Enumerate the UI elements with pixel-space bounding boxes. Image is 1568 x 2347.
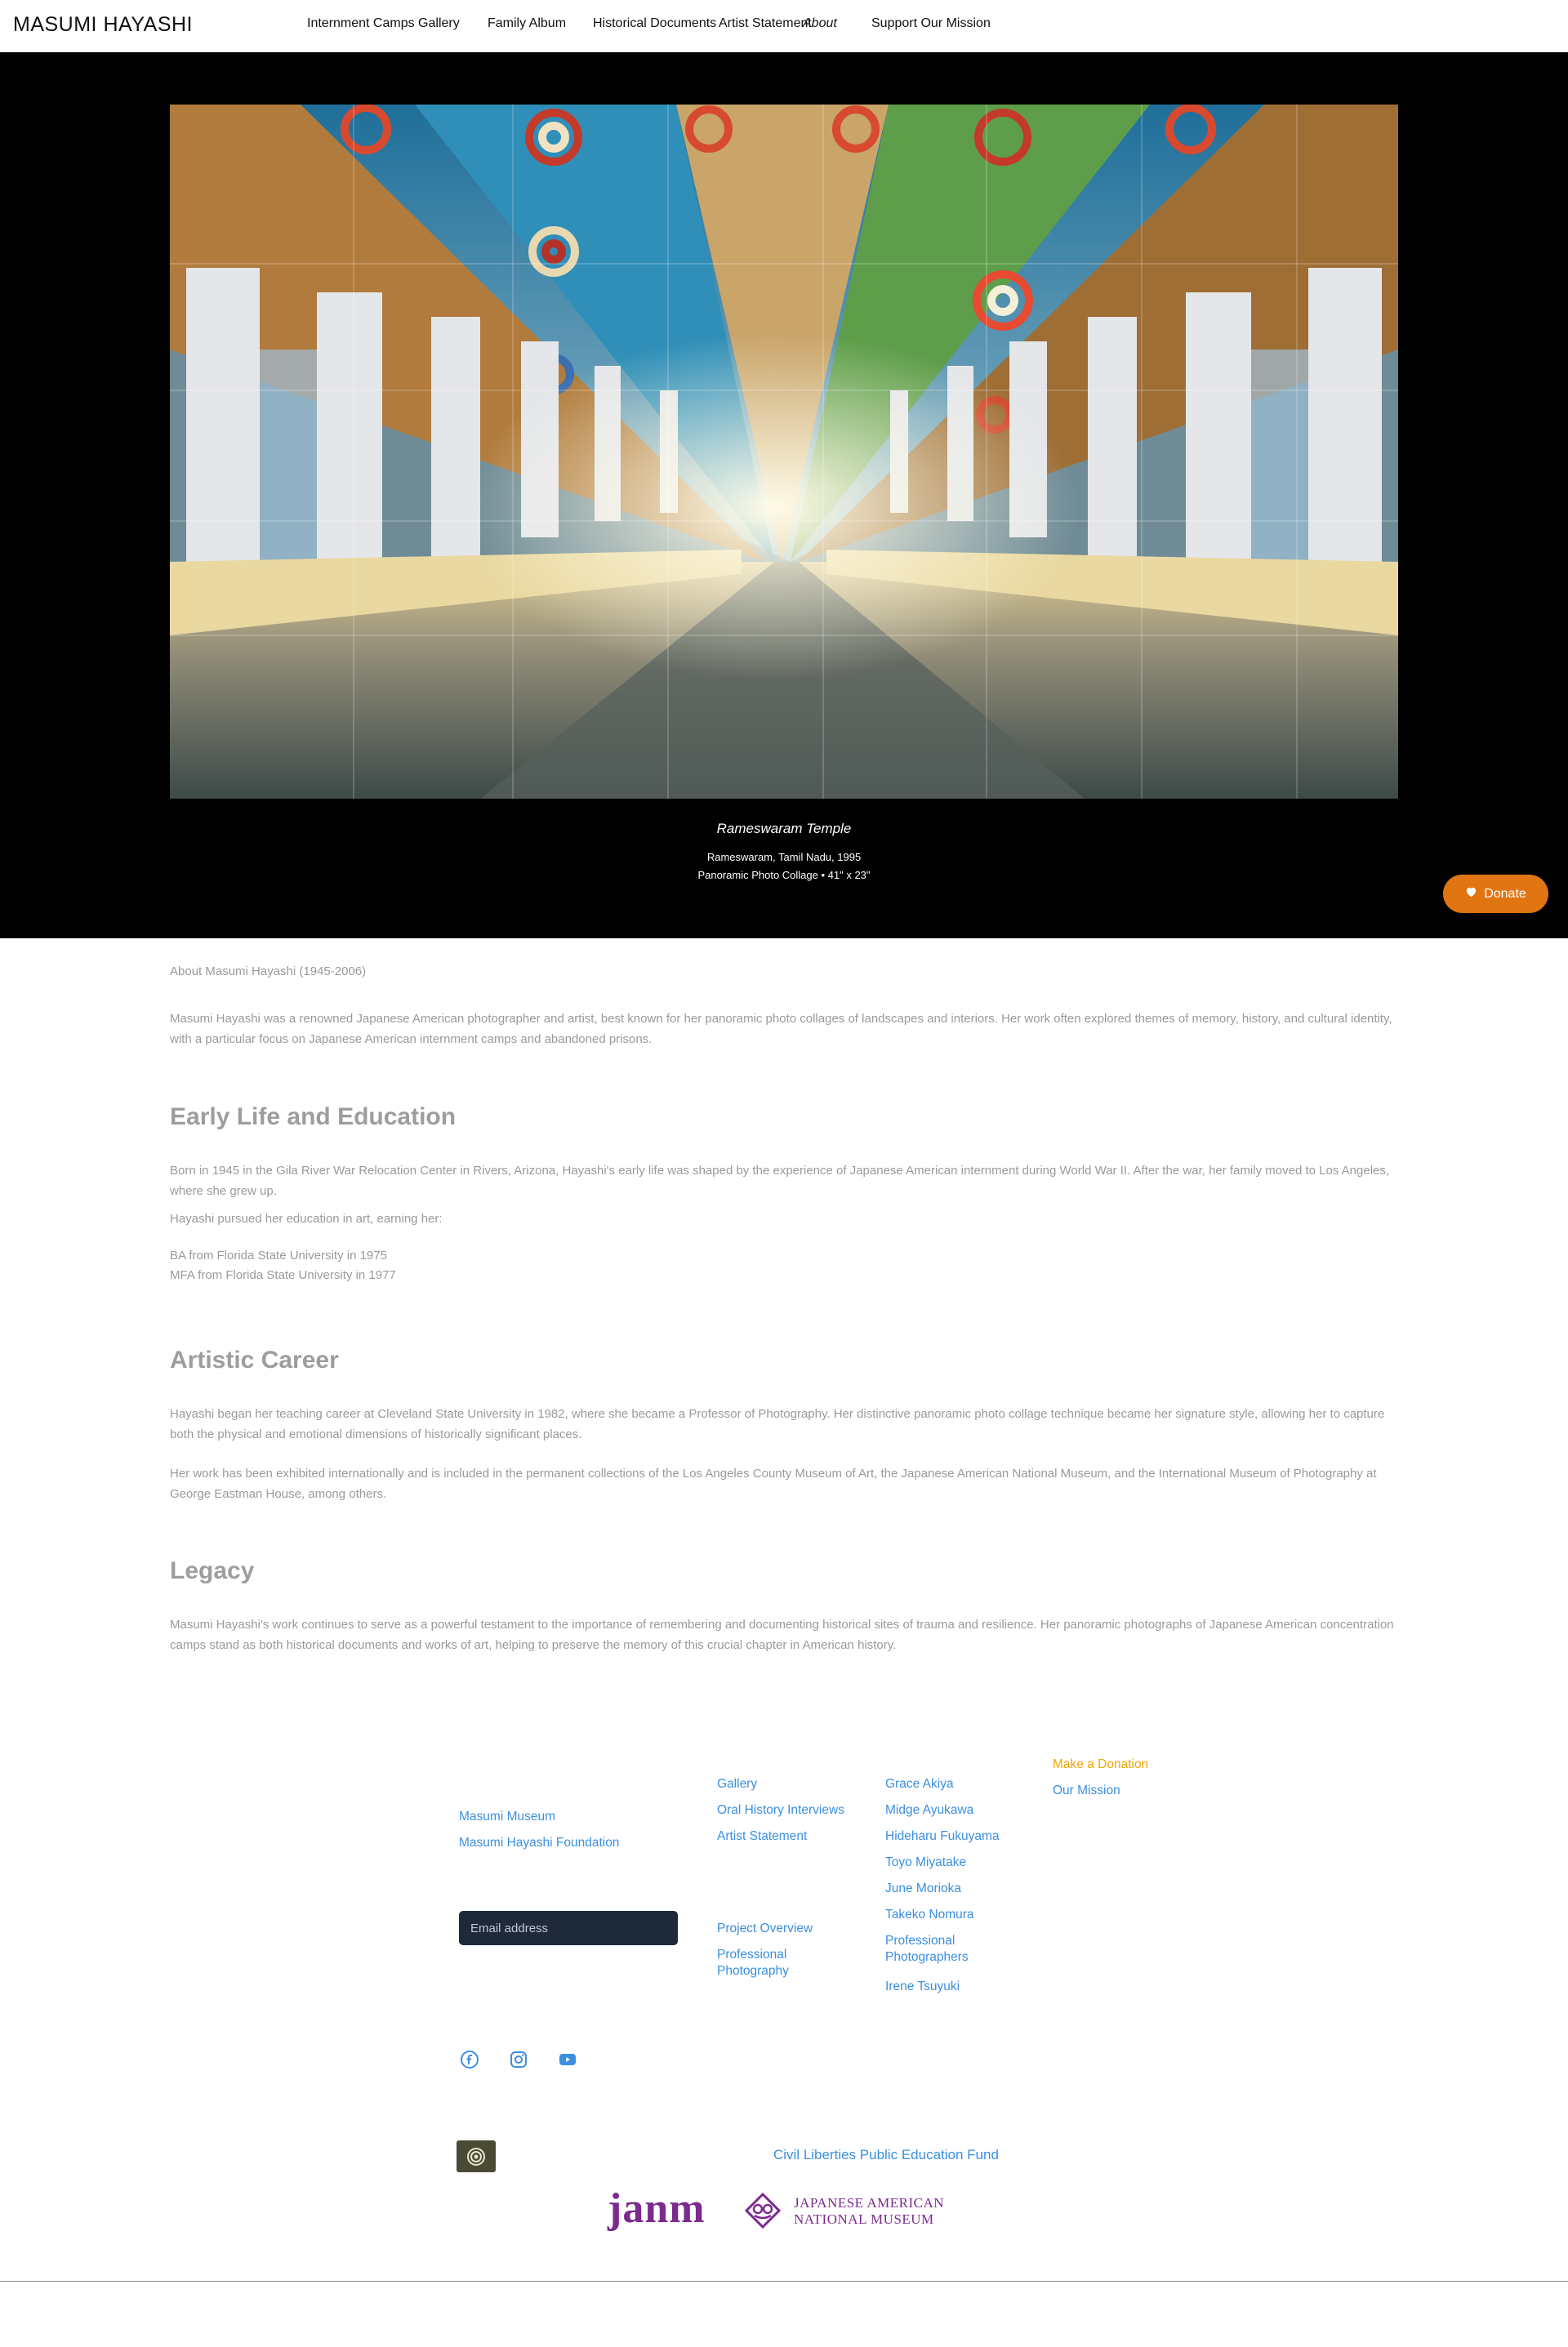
nav-about[interactable]: About	[803, 16, 837, 31]
legacy-paragraph: Masumi Hayashi's work continues to serve…	[170, 1618, 1394, 1652]
footer-link-toyo-miyatake[interactable]: Toyo Miyatake	[885, 1855, 966, 1871]
janm-name-line-1: JAPANESE AMERICAN	[794, 2195, 945, 2211]
early-life-paragraph-2: Hayashi pursued her education in art, ea…	[170, 1212, 443, 1226]
janm-name-line-2: NATIONAL MUSEUM	[794, 2211, 934, 2227]
career-paragraph-1: Hayashi began her teaching career at Cle…	[170, 1407, 1385, 1441]
artwork-caption-place: Rameswaram, Tamil Nadu, 1995	[706, 851, 862, 863]
degree-mfa: MFA from Florida State University in 197…	[170, 1268, 396, 1282]
brand-logo-link[interactable]: MASUMI HAYASHI	[13, 13, 193, 37]
footer-link-professional-photography[interactable]: Professional Photography	[717, 1947, 831, 1980]
hero-section: Rameswaram Temple Rameswaram, Tamil Nadu…	[0, 52, 1568, 938]
intro-paragraph: Masumi Hayashi was a renowned Japanese A…	[170, 1012, 1392, 1046]
footer-link-irene-tsuyuki[interactable]: Irene Tsuyuki	[885, 1979, 960, 1995]
instagram-icon[interactable]	[509, 2050, 528, 2069]
heart-icon	[1465, 886, 1477, 902]
footer-link-midge-ayukawa[interactable]: Midge Ayukawa	[885, 1802, 973, 1819]
facebook-icon[interactable]	[460, 2050, 479, 2069]
footer-link-takeko-nomura[interactable]: Takeko Nomura	[885, 1907, 974, 1923]
footer-link-project-overview[interactable]: Project Overview	[717, 1921, 813, 1937]
temple-collage-illustration	[170, 105, 1398, 799]
nav-internment-camps-gallery[interactable]: Internment Camps Gallery	[307, 16, 460, 31]
nav-family-album[interactable]: Family Album	[488, 16, 566, 31]
degree-ba: BA from Florida State University in 1975	[170, 1249, 387, 1263]
donate-label: Donate	[1484, 886, 1526, 901]
foundation-logo-link[interactable]	[457, 2140, 496, 2172]
intro-title: About Masumi Hayashi (1945-2006)	[170, 964, 367, 978]
nav-support-our-mission[interactable]: Support Our Mission	[871, 16, 991, 31]
donate-button[interactable]: Donate	[1443, 875, 1548, 913]
footer-link-professional-photographers[interactable]: Professional Photographers	[885, 1933, 991, 1966]
career-paragraph-2: Her work has been exhibited internationa…	[170, 1467, 1377, 1501]
footer-link-june-morioka[interactable]: June Morioka	[885, 1881, 961, 1897]
janm-emblem-icon	[745, 2193, 781, 2229]
footer-link-hideharu-fukuyama[interactable]: Hideharu Fukuyama	[885, 1828, 1000, 1845]
footer-link-grace-akiya[interactable]: Grace Akiya	[885, 1776, 954, 1793]
footer-link-artist-statement[interactable]: Artist Statement	[717, 1828, 807, 1845]
janm-wordmark: janm	[608, 2185, 706, 2232]
heading-legacy: Legacy	[170, 1557, 255, 1584]
footer-link-foundation[interactable]: Masumi Hayashi Foundation	[459, 1835, 619, 1851]
janm-logo-link[interactable]: janm JAPANESE AMERICAN NATIONAL MUSEUM	[604, 2184, 947, 2238]
youtube-icon[interactable]	[558, 2050, 577, 2069]
nav-artist-statement[interactable]: Artist Statement	[719, 16, 812, 31]
footer-divider	[0, 2281, 1568, 2282]
nav-historical-documents[interactable]: Historical Documents	[593, 16, 716, 31]
heading-artistic-career: Artistic Career	[170, 1347, 339, 1374]
footer-link-gallery[interactable]: Gallery	[717, 1776, 757, 1793]
heading-early-life: Early Life and Education	[170, 1103, 457, 1130]
artwork-caption-medium: Panoramic Photo Collage • 41" x 23"	[697, 869, 871, 881]
early-life-paragraph-1: Born in 1945 in the Gila River War Reloc…	[170, 1164, 1390, 1198]
artwork-caption-title: Rameswaram Temple	[716, 821, 852, 836]
newsletter-email-input[interactable]	[459, 1911, 678, 1945]
footer-link-masumi-museum[interactable]: Masumi Museum	[459, 1809, 555, 1825]
footer-link-make-donation[interactable]: Make a Donation	[1053, 1757, 1148, 1773]
site-header: MASUMI HAYASHI Internment Camps Gallery …	[0, 0, 1568, 52]
footer-link-clpef[interactable]: Civil Liberties Public Education Fund	[773, 2147, 999, 2163]
featured-artwork-image[interactable]	[170, 105, 1398, 799]
foundation-logo-icon	[467, 2147, 485, 2166]
footer-link-oral-history[interactable]: Oral History Interviews	[717, 1802, 844, 1819]
footer-link-our-mission[interactable]: Our Mission	[1053, 1783, 1120, 1799]
